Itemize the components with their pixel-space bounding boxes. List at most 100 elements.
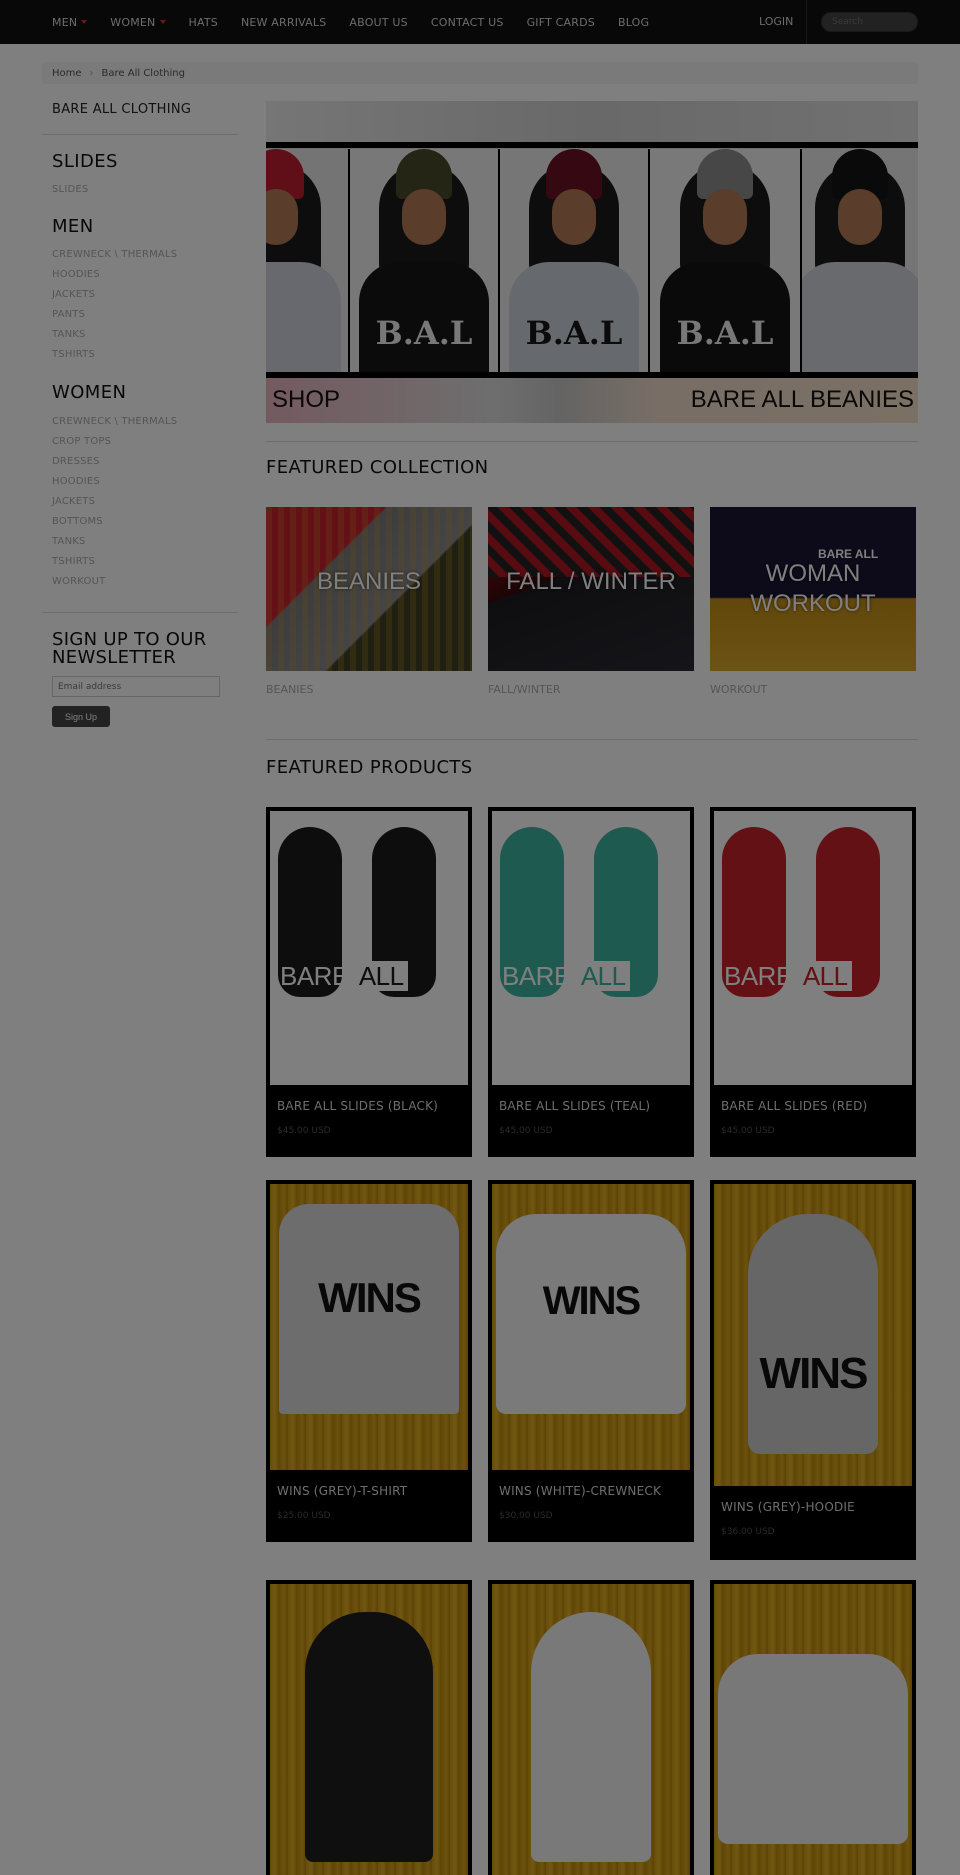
sidebar-link-slides[interactable]: SLIDES xyxy=(52,184,88,195)
collection-caption[interactable]: BEANIES xyxy=(266,683,313,696)
nav-item-new-arrivals[interactable]: NEW ARRIVALS xyxy=(241,16,326,29)
top-navbar: MEN WOMEN HATS NEW ARRIVALS ABOUT US CON… xyxy=(0,0,960,44)
breadcrumb-home-link[interactable]: Home xyxy=(52,68,82,79)
breadcrumb-separator: › xyxy=(89,67,94,79)
collection-overlay-label: FALL / WINTER xyxy=(506,568,676,595)
collection-overlay-label: BEANIES xyxy=(316,568,422,595)
product-image: WINS xyxy=(270,1184,468,1470)
hero-photo: B.A.L xyxy=(650,149,802,372)
nav-item-hats[interactable]: HATS xyxy=(189,16,218,29)
sidebar-heading-men: MEN xyxy=(52,216,94,237)
product-image: BARE ALL xyxy=(270,811,468,1085)
nav-item-label: GIFT CARDS xyxy=(526,15,595,29)
product-card[interactable]: BARE ALL BARE ALL SLIDES (TEAL) $45.00 US… xyxy=(488,807,694,1157)
product-price: $30.00 USD xyxy=(499,1511,553,1521)
nav-item-label: BLOG xyxy=(617,15,650,29)
product-card[interactable]: WINS WINS (GREY)-HOODIE $36.00 USD xyxy=(710,1180,916,1560)
product-price: $45.00 USD xyxy=(721,1126,775,1136)
collection-card-beanies[interactable]: BEANIES xyxy=(266,507,472,671)
product-price: $45.00 USD xyxy=(277,1126,331,1136)
product-card[interactable] xyxy=(710,1580,916,1875)
sidebar-link-men-tanks[interactable]: TANKS xyxy=(52,329,86,340)
product-name[interactable]: WINS (GREY)-HOODIE xyxy=(721,1500,855,1514)
product-name[interactable]: BARE ALL SLIDES (BLACK) xyxy=(277,1099,438,1113)
sidebar-link-women-hoodies[interactable]: HOODIES xyxy=(52,476,100,487)
search-input[interactable] xyxy=(821,12,918,32)
sidebar-link-men-crewneck[interactable]: CREWNECK \ THERMALS xyxy=(52,249,177,260)
nav-item-label: CONTACT US xyxy=(430,15,504,29)
collection-caption[interactable]: FALL/WINTER xyxy=(488,683,560,696)
nav-item-label: WOMEN xyxy=(110,15,156,29)
product-price: $45.00 USD xyxy=(499,1126,553,1136)
product-name[interactable]: BARE ALL SLIDES (RED) xyxy=(721,1099,867,1113)
nav-divider xyxy=(806,0,807,44)
product-card[interactable] xyxy=(488,1580,694,1875)
section-divider xyxy=(266,739,918,740)
product-card[interactable]: BARE ALL BARE ALL SLIDES (RED) $45.00 USD xyxy=(710,807,916,1157)
newsletter-title: SIGN UP TO OUR NEWSLETTER xyxy=(52,629,207,668)
email-field[interactable] xyxy=(52,676,220,697)
hero-brand-text: BARE ALL BEANIES xyxy=(690,386,914,413)
product-name[interactable]: WINS (GREY)-T-SHIRT xyxy=(277,1484,407,1498)
hero-photo: B.A.L xyxy=(500,149,650,372)
hero-shirt-text: B.A.L xyxy=(525,314,623,352)
nav-item-women[interactable]: WOMEN xyxy=(110,15,166,29)
sidebar-link-men-hoodies[interactable]: HOODIES xyxy=(52,269,100,280)
hero-shop-text: SHOP xyxy=(272,386,341,413)
sidebar-link-men-pants[interactable]: PANTS xyxy=(52,309,85,320)
slide-logo: BARE ALL xyxy=(280,961,460,992)
product-card[interactable]: BARE ALL BARE ALL SLIDES (BLACK) $45.00 U… xyxy=(266,807,472,1157)
nav-item-blog[interactable]: BLOG xyxy=(618,16,649,29)
product-price: $25.00 USD xyxy=(277,1511,331,1521)
breadcrumb-current: Bare All Clothing xyxy=(101,67,185,79)
product-name[interactable]: BARE ALL SLIDES (TEAL) xyxy=(499,1099,650,1113)
sidebar-link-men-jackets[interactable]: JACKETS xyxy=(52,289,95,300)
sidebar-link-women-crewneck[interactable]: CREWNECK \ THERMALS xyxy=(52,416,177,427)
hero-banner[interactable]: B.A.L B.A.L B.A.L SHOP BARE ALL BEANIES xyxy=(266,101,918,423)
nav-item-gift-cards[interactable]: GIFT CARDS xyxy=(527,16,595,29)
product-card[interactable]: WINS WINS (GREY)-T-SHIRT $25.00 USD xyxy=(266,1180,472,1542)
product-image xyxy=(492,1584,690,1875)
wins-logo: WINS xyxy=(759,1349,869,1398)
sidebar-link-men-tshirts[interactable]: TSHIRTS xyxy=(52,349,95,360)
nav-item-contact-us[interactable]: CONTACT US xyxy=(431,16,504,29)
main-nav: MEN WOMEN HATS NEW ARRIVALS ABOUT US CON… xyxy=(52,0,672,44)
product-image: BARE ALL xyxy=(714,811,912,1085)
hero-photo-strip: B.A.L B.A.L B.A.L xyxy=(266,149,918,372)
product-image: WINS xyxy=(492,1184,690,1470)
product-card[interactable]: WINS WINS (WHITE)-CREWNECK $30.00 USD xyxy=(488,1180,694,1542)
slide-logo: BARE ALL xyxy=(724,961,904,992)
nav-item-men[interactable]: MEN xyxy=(52,15,88,29)
sidebar-link-women-jackets[interactable]: JACKETS xyxy=(52,496,95,507)
sidebar-link-women-crop-tops[interactable]: CROP TOPS xyxy=(52,436,111,447)
sidebar-link-women-tanks[interactable]: TANKS xyxy=(52,536,86,547)
collection-card-fall-winter[interactable]: FALL / WINTER xyxy=(488,507,694,671)
sidebar-link-women-workout[interactable]: WORKOUT xyxy=(52,576,105,587)
nav-item-label: MEN xyxy=(52,15,78,29)
sidebar-link-women-tshirts[interactable]: TSHIRTS xyxy=(52,556,95,567)
breadcrumb: Home › Bare All Clothing xyxy=(42,62,918,84)
hero-photo xyxy=(266,149,350,372)
product-name[interactable]: WINS (WHITE)-CREWNECK xyxy=(499,1484,661,1498)
login-link[interactable]: LOGIN xyxy=(759,15,793,28)
hero-shirt-text: B.A.L xyxy=(676,314,774,352)
product-image: BARE ALL xyxy=(492,811,690,1085)
product-card[interactable] xyxy=(266,1580,472,1875)
collection-caption[interactable]: WORKOUT xyxy=(710,683,767,696)
nav-item-label: NEW ARRIVALS xyxy=(240,15,327,29)
hero-photo xyxy=(802,149,918,372)
sidebar-title: BARE ALL CLOTHING xyxy=(52,102,192,117)
wins-logo: WINS xyxy=(542,1279,641,1323)
product-image xyxy=(270,1584,468,1875)
sidebar-link-women-dresses[interactable]: DRESSES xyxy=(52,456,100,467)
product-image xyxy=(714,1584,912,1875)
sidebar-link-women-bottoms[interactable]: BOTTOMS xyxy=(52,516,103,527)
sidebar-divider xyxy=(42,134,238,135)
product-image: WINS xyxy=(714,1184,912,1486)
nav-item-about-us[interactable]: ABOUT US xyxy=(349,16,407,29)
hero-photo: B.A.L xyxy=(350,149,500,372)
nav-item-label: ABOUT US xyxy=(349,15,408,29)
section-divider xyxy=(266,441,918,442)
sign-up-button[interactable]: Sign Up xyxy=(52,706,110,727)
collection-card-workout[interactable]: BARE ALL WOMAN WORKOUT xyxy=(710,507,916,671)
